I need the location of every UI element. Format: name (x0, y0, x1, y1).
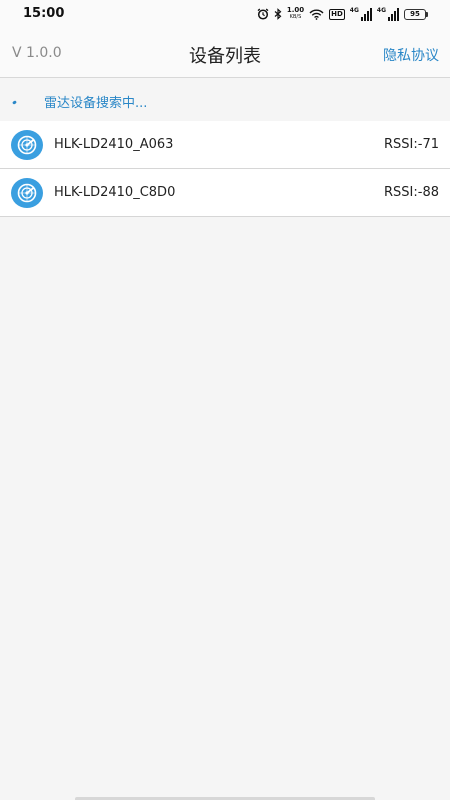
device-name: HLK-LD2410_C8D0 (54, 185, 176, 200)
wifi-icon (309, 9, 324, 20)
device-list: HLK-LD2410_A063 RSSI:-71 HLK-LD2410_C8D0… (0, 121, 450, 217)
device-name: HLK-LD2410_A063 (54, 137, 174, 152)
device-list-item[interactable]: HLK-LD2410_C8D0 RSSI:-88 (0, 169, 450, 217)
alarm-clock-icon (257, 8, 269, 20)
scan-status-text: 雷达设备搜索中... (44, 96, 148, 111)
device-list-item[interactable]: HLK-LD2410_A063 RSSI:-71 (0, 121, 450, 169)
radar-icon (11, 178, 43, 208)
signal-strength-sim1: 4G (350, 7, 372, 21)
radar-icon (11, 130, 43, 160)
network-speed: 1.00 KB/S (286, 6, 305, 21)
device-rssi: RSSI:-88 (384, 185, 439, 200)
bluetooth-icon (274, 8, 282, 20)
privacy-policy-link[interactable]: 隐私协议 (383, 45, 439, 65)
app-header: V 1.0.0 设备列表 隐私协议 (0, 28, 450, 78)
signal-strength-sim2: 4G (377, 7, 399, 21)
battery-icon: 95 (404, 8, 428, 20)
scan-status-row: 雷达设备搜索中... (0, 79, 450, 121)
battery-level: 95 (404, 8, 426, 20)
status-bar: 15:00 1.00 KB/S HD 4G 4G 95 (0, 0, 450, 28)
hd-badge: HD (329, 8, 345, 20)
status-time: 15:00 (23, 6, 65, 21)
loading-spinner-icon (12, 100, 17, 105)
status-icons: 1.00 KB/S HD 4G 4G 95 (257, 6, 428, 22)
device-rssi: RSSI:-71 (384, 137, 439, 152)
